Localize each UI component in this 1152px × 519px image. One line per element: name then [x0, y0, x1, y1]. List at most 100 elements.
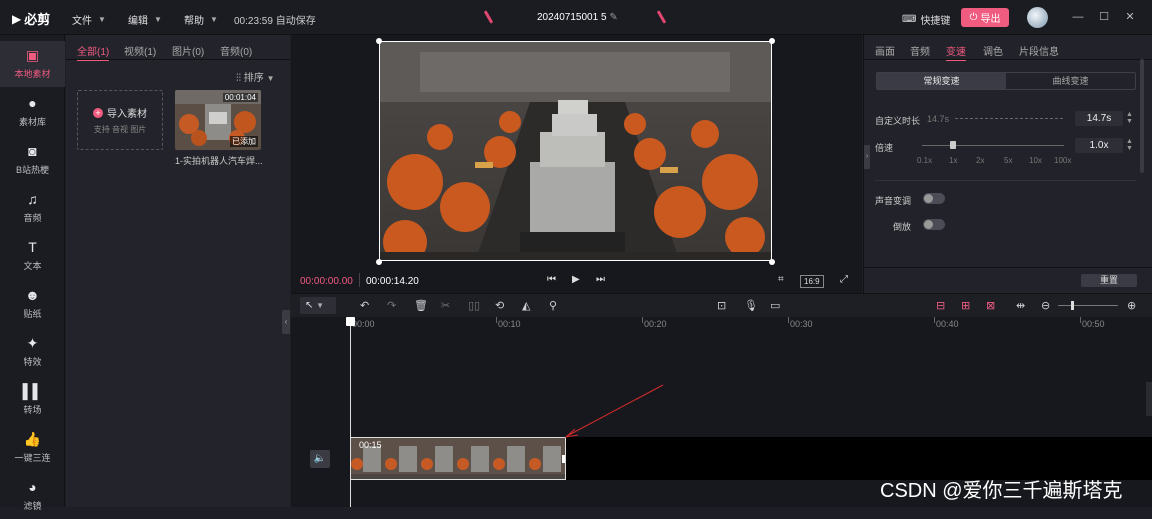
tab-video[interactable]: 视频(1): [124, 43, 156, 58]
divider: [66, 59, 290, 60]
normal-speed-tab[interactable]: 常规变速: [877, 73, 1006, 89]
aspect-ratio-button[interactable]: 16:9: [800, 275, 824, 288]
scrollbar[interactable]: [1146, 382, 1152, 416]
duration-stepper[interactable]: ▲ ▼: [1125, 111, 1134, 126]
microphone-icon[interactable]: 🎙: [744, 299, 758, 313]
marker-icon[interactable]: ⚲: [549, 299, 557, 313]
split-icon[interactable]: ✂: [441, 299, 450, 313]
scrollbar[interactable]: [1140, 59, 1144, 173]
autosave-status: 00:23:59 自动保存: [234, 16, 316, 27]
sidebar-item-5[interactable]: ☻ 贴纸: [0, 281, 65, 327]
collapse-panel-handle[interactable]: ‹: [282, 310, 290, 334]
menu-edit[interactable]: 编辑 ▼: [128, 12, 162, 27]
timeline-ruler[interactable]: 00:00 00:10 00:20 00:30 00:40 00:50: [291, 317, 1152, 333]
rate-slider-thumb[interactable]: [950, 141, 956, 149]
resize-handle-tr[interactable]: [769, 38, 775, 44]
minimize-icon[interactable]: —: [1071, 10, 1085, 24]
filter-icon: ◕: [28, 479, 37, 495]
tab-color[interactable]: 调色: [983, 43, 1003, 58]
fit-timeline-icon[interactable]: ⇹: [1016, 299, 1025, 313]
sidebar-item-8[interactable]: 👍 一键三连: [0, 425, 65, 471]
reverse-toggle[interactable]: [923, 219, 945, 230]
tab-clip-info[interactable]: 片段信息: [1019, 43, 1059, 58]
timeline-video-clip[interactable]: 00:15: [350, 437, 566, 480]
rate-slider-track[interactable]: [922, 145, 1064, 146]
redo-icon[interactable]: ↷: [387, 299, 396, 313]
freeze-frame-icon[interactable]: ▯▯: [468, 299, 480, 313]
rate-label: 倍速: [875, 143, 894, 153]
menu-file[interactable]: 文件 ▼: [72, 12, 106, 27]
sidebar-item-4[interactable]: T 文本: [0, 233, 65, 279]
mirror-icon[interactable]: ◭: [522, 299, 530, 313]
video-preview-frame[interactable]: [379, 41, 772, 261]
project-name[interactable]: 20240715001 5 ✎: [537, 12, 618, 23]
reverse-clip-icon[interactable]: ⟲: [495, 299, 504, 313]
shortcut-button[interactable]: ⌨ 快捷键: [902, 12, 950, 27]
chevron-down-icon: ▼: [316, 301, 325, 310]
snap-icon[interactable]: ⊟: [936, 299, 945, 313]
custom-duration-input[interactable]: 14.7s: [1075, 111, 1123, 126]
maximize-icon[interactable]: ☐: [1097, 10, 1111, 24]
reset-button[interactable]: 重置: [1081, 274, 1137, 287]
undo-icon[interactable]: ↶: [360, 299, 369, 313]
media-clip-thumbnail[interactable]: 00:01:04 已添加: [175, 90, 261, 150]
watermark: CSDN @爱你三千遍斯塔克: [880, 480, 1123, 502]
camera-icon[interactable]: ▭: [770, 299, 780, 313]
sidebar-item-2[interactable]: ◙ B站热梗: [0, 137, 65, 183]
clip-trim-handle[interactable]: [562, 455, 565, 463]
clip-duration: 00:01:04: [222, 93, 258, 102]
fullscreen-icon[interactable]: ⤢: [840, 274, 848, 285]
duration-track[interactable]: [955, 118, 1063, 119]
zoom-in-icon[interactable]: ⊕: [1127, 299, 1136, 313]
sidebar-item-0[interactable]: ▣ 本地素材: [0, 41, 65, 87]
tab-audio[interactable]: 音频(0): [220, 43, 252, 58]
prev-frame-icon[interactable]: ⏮: [547, 274, 556, 285]
rate-stepper[interactable]: ▲ ▼: [1125, 138, 1134, 153]
menu-file-label: 文件: [72, 16, 92, 27]
sidebar-item-6[interactable]: ✦ 特效: [0, 329, 65, 375]
playhead[interactable]: [350, 317, 351, 507]
sidebar-item-7[interactable]: ▌▌ 转场: [0, 377, 65, 423]
voice-change-label: 声音变调: [875, 196, 912, 206]
sidebar-item-1[interactable]: ● 素材库: [0, 89, 65, 135]
avatar[interactable]: [1027, 7, 1048, 28]
tab-picture[interactable]: 画面: [875, 43, 895, 58]
delete-icon[interactable]: 🗑: [414, 299, 428, 313]
sidebar-item-9[interactable]: ◕ 滤镜: [0, 473, 65, 519]
edit-icon: ✎: [609, 12, 618, 23]
sort-button[interactable]: ⫶⫶ 排序 ▼: [236, 69, 274, 84]
title-bar: ▶ 必剪 文件 ▼ 编辑 ▼ 帮助 ▼ 00:23:59 自动保存 202407150…: [0, 0, 1152, 35]
timeline-toolbar: ↖ ▼ ↶ ↷ 🗑 ✂ ▯▯ ⟲ ◭ ⚲ ⊡ 🎙 ▭ ⊟ ⊞ ⊠ ⇹ ⊖ ⊕: [291, 293, 1152, 317]
play-icon[interactable]: ▶: [572, 274, 580, 285]
next-frame-icon[interactable]: ⏭: [596, 274, 605, 285]
tab-audio[interactable]: 音频: [910, 43, 930, 58]
sidebar-item-3[interactable]: ♫ 音频: [0, 185, 65, 231]
divider: [864, 59, 1152, 60]
sidebar-item-label: 本地素材: [14, 69, 51, 79]
playhead-handle[interactable]: [346, 317, 355, 326]
zoom-slider-thumb[interactable]: [1071, 301, 1074, 310]
track-volume-icon[interactable]: 🔈: [310, 450, 330, 468]
curve-speed-tab[interactable]: 曲线变速: [1006, 73, 1135, 89]
smart-crop-icon[interactable]: ⊡: [717, 299, 726, 313]
voice-change-toggle[interactable]: [923, 193, 945, 204]
library-icon: ●: [28, 95, 37, 111]
link-icon[interactable]: ⊞: [961, 299, 970, 313]
tab-image[interactable]: 图片(0): [172, 43, 204, 58]
zoom-slider-track[interactable]: [1058, 305, 1118, 306]
audio-separate-icon[interactable]: ⊠: [986, 299, 995, 313]
import-media-button[interactable]: + 导入素材 支持 音视 图片: [77, 90, 163, 150]
select-tool-dropdown[interactable]: ↖ ▼: [300, 297, 336, 314]
resize-handle-bl[interactable]: [376, 259, 382, 265]
expand-panel-handle[interactable]: ›: [864, 145, 870, 169]
close-icon[interactable]: ✕: [1123, 10, 1137, 24]
zoom-out-icon[interactable]: ⊖: [1041, 299, 1050, 313]
export-button[interactable]: ⏻ 导出: [961, 8, 1009, 27]
resize-handle-tl[interactable]: [376, 38, 382, 44]
ruler-tick-mark: [934, 317, 935, 323]
resize-handle-br[interactable]: [769, 259, 775, 265]
crop-icon[interactable]: ⌗: [778, 274, 784, 285]
chevron-down-icon: ▼: [266, 74, 275, 83]
menu-help[interactable]: 帮助 ▼: [184, 12, 218, 27]
rate-input[interactable]: 1.0x: [1075, 138, 1123, 153]
